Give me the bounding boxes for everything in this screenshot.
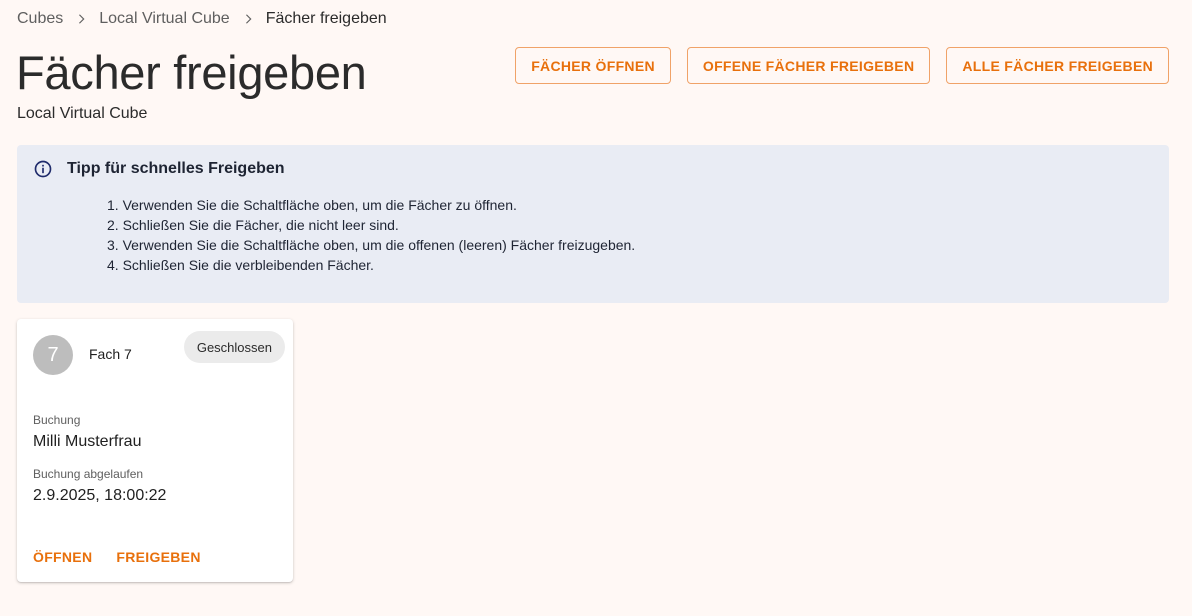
header-actions: FÄCHER ÖFFNEN OFFENE FÄCHER FREIGEBEN AL…: [515, 47, 1169, 84]
chevron-right-icon: [230, 12, 266, 26]
chevron-right-icon: [63, 12, 99, 26]
breadcrumb-item-cubes[interactable]: Cubes: [17, 10, 63, 28]
release-open-compartments-button[interactable]: OFFENE FÄCHER FREIGEBEN: [686, 47, 931, 84]
info-icon: [33, 159, 53, 179]
info-alert-title: Tipp für schnelles Freigeben: [67, 160, 285, 177]
card-actions: ÖFFNEN FREIGEBEN: [25, 543, 209, 571]
booking-label: Buchung: [33, 413, 81, 427]
info-step: 4. Schließen Sie die verbleibenden Fäche…: [107, 257, 374, 273]
page-title: Fächer freigeben: [16, 46, 367, 99]
release-all-compartments-button[interactable]: ALLE FÄCHER FREIGEBEN: [946, 47, 1169, 84]
breadcrumb-item-current: Fächer freigeben: [265, 10, 387, 27]
page: Cubes Local Virtual Cube Fächer freigebe…: [0, 0, 1192, 616]
info-alert-header: Tipp für schnelles Freigeben: [33, 159, 1153, 179]
booking-expired-label: Buchung abgelaufen: [33, 467, 144, 481]
compartment-card: 7 Fach 7 Geschlossen Buchung Milli Muste…: [17, 319, 293, 582]
booking-value: Milli Musterfrau: [33, 433, 142, 450]
open-compartment-button[interactable]: ÖFFNEN: [25, 543, 100, 571]
booking-expired-value: 2.9.2025, 18:00:22: [33, 487, 167, 504]
info-step: 1. Verwenden Sie die Schaltfläche oben, …: [107, 197, 517, 213]
breadcrumb-item-local-virtual-cube[interactable]: Local Virtual Cube: [99, 10, 229, 28]
compartment-name: Fach 7: [89, 346, 132, 362]
info-step: 2. Schließen Sie die Fächer, die nicht l…: [107, 217, 399, 233]
status-badge: Geschlossen: [183, 331, 285, 363]
info-step: 3. Verwenden Sie die Schaltfläche oben, …: [107, 237, 636, 253]
breadcrumb: Cubes Local Virtual Cube Fächer freigebe…: [17, 9, 387, 29]
compartment-number-avatar: 7: [33, 335, 73, 375]
info-alert: Tipp für schnelles Freigeben 1. Verwende…: [17, 145, 1169, 303]
info-steps-list: 1. Verwenden Sie die Schaltfläche oben, …: [107, 195, 1153, 275]
open-compartments-button[interactable]: FÄCHER ÖFFNEN: [515, 47, 671, 84]
release-compartment-button[interactable]: FREIGEBEN: [108, 543, 208, 571]
page-subtitle: Local Virtual Cube: [17, 105, 148, 122]
